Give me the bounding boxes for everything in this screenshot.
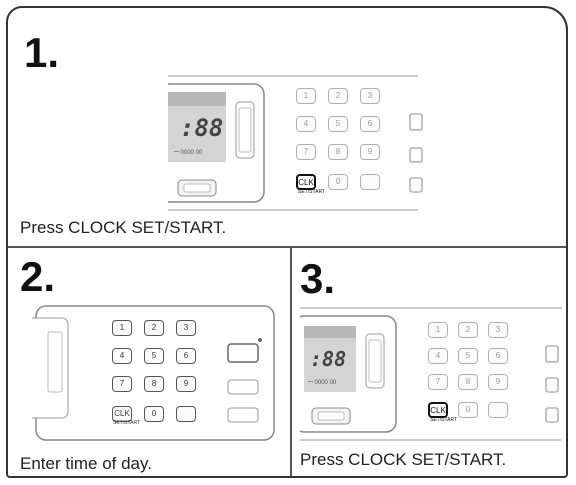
key-2[interactable]: 2 (328, 88, 348, 104)
key-7[interactable]: 7 (112, 376, 132, 392)
key-0[interactable]: 0 (328, 174, 348, 190)
key-3[interactable]: 3 (176, 320, 196, 336)
key-stop[interactable] (488, 402, 508, 418)
clock-key-line1: CLK (298, 178, 314, 187)
clock-key-line2: SET/START (113, 420, 141, 426)
step-2-number: 2. (20, 253, 56, 300)
step-1-number: 1. (24, 29, 60, 76)
key-6[interactable]: 6 (176, 348, 196, 364)
step-3-keypad: 1 2 3 4 5 6 7 8 9 CLK SET/START 0 (428, 322, 524, 434)
key-8[interactable]: 8 (328, 144, 348, 160)
key-1[interactable]: 1 (112, 320, 132, 336)
clock-key-line1: CLK (114, 409, 130, 418)
key-9[interactable]: 9 (488, 374, 508, 390)
key-3[interactable]: 3 (360, 88, 380, 104)
key-2[interactable]: 2 (144, 320, 164, 336)
step-3-number: 3. (300, 255, 336, 302)
key-8[interactable]: 8 (458, 374, 478, 390)
key-2[interactable]: 2 (458, 322, 478, 338)
key-0[interactable]: 0 (458, 402, 478, 418)
clock-set-start-key[interactable]: CLK SET/START (428, 402, 457, 423)
instruction-card: 1. :88 ꟷ 0000 00 1 2 3 4 5 6 7 8 9 CLK SE… (6, 6, 568, 478)
key-4[interactable]: 4 (112, 348, 132, 364)
key-9[interactable]: 9 (360, 144, 380, 160)
key-1[interactable]: 1 (296, 88, 316, 104)
svg-text:ꟷ 0000 00: ꟷ 0000 00 (174, 150, 203, 156)
divider-step2-3 (290, 246, 292, 476)
key-3[interactable]: 3 (488, 322, 508, 338)
clock-key-line2: SET/START (430, 417, 458, 423)
svg-text::88: :88 (310, 347, 346, 371)
divider-step1 (8, 246, 566, 248)
key-5[interactable]: 5 (144, 348, 164, 364)
key-4[interactable]: 4 (428, 348, 448, 364)
key-6[interactable]: 6 (488, 348, 508, 364)
step-2-keypad: 1 2 3 4 5 6 7 8 9 CLK SET/START 0 (112, 320, 208, 432)
svg-text:ꟷ 0000 00: ꟷ 0000 00 (308, 380, 337, 386)
clock-key-line2: SET/START (298, 189, 326, 195)
key-7[interactable]: 7 (296, 144, 316, 160)
key-5[interactable]: 5 (328, 116, 348, 132)
clock-set-start-key[interactable]: CLK SET/START (296, 174, 325, 195)
key-1[interactable]: 1 (428, 322, 448, 338)
step-2-caption: Enter time of day. (20, 454, 152, 473)
key-stop[interactable] (176, 406, 196, 422)
clock-key-line1: CLK (430, 406, 446, 415)
clock-set-start-key[interactable]: CLK SET/START (112, 406, 140, 426)
key-6[interactable]: 6 (360, 116, 380, 132)
display-digits: :88 (180, 114, 223, 142)
key-7[interactable]: 7 (428, 374, 448, 390)
step-1-caption: Press CLOCK SET/START. (20, 218, 227, 237)
key-5[interactable]: 5 (458, 348, 478, 364)
key-stop[interactable] (360, 174, 380, 190)
key-4[interactable]: 4 (296, 116, 316, 132)
step-1-keypad: 1 2 3 4 5 6 7 8 9 CLK SET/START 0 (296, 88, 392, 200)
key-9[interactable]: 9 (176, 376, 196, 392)
step-3-caption: Press CLOCK SET/START. (300, 450, 507, 469)
key-8[interactable]: 8 (144, 376, 164, 392)
key-0[interactable]: 0 (144, 406, 164, 422)
